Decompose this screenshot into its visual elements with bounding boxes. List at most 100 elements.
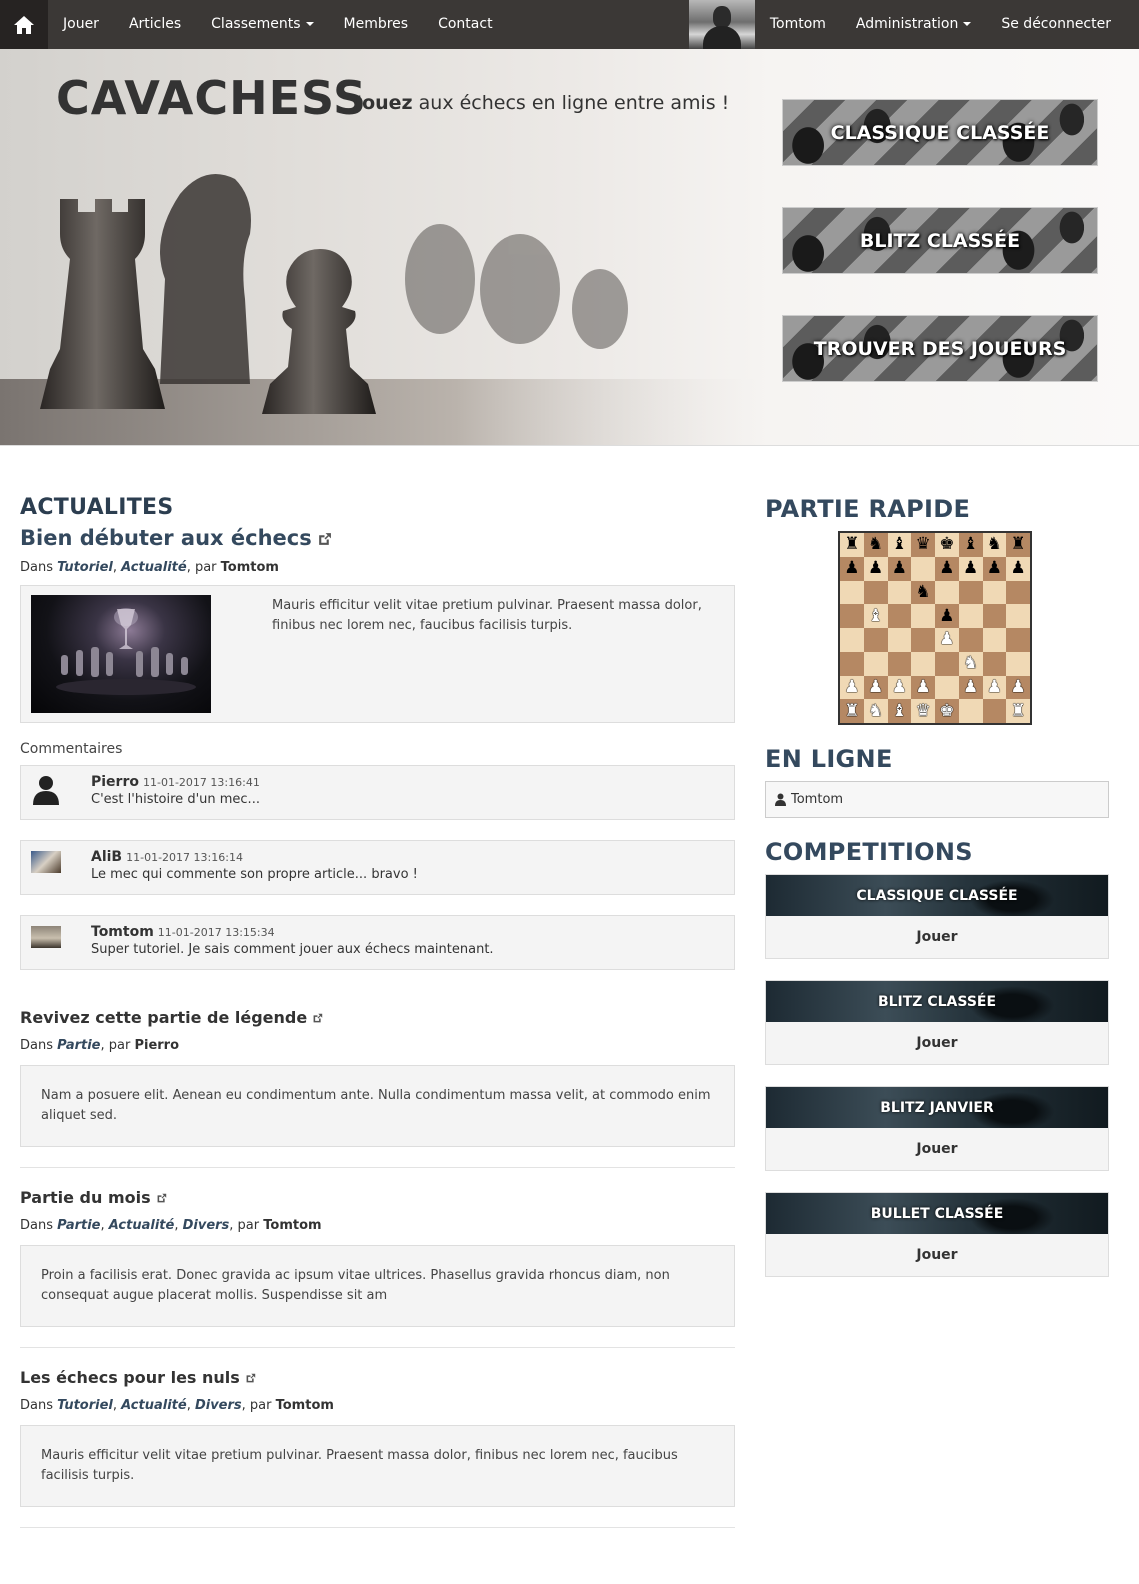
board-square[interactable]	[982, 604, 1007, 628]
category-link[interactable]: Actualité	[121, 560, 187, 575]
board-square[interactable]	[911, 651, 935, 676]
competition-play-button[interactable]: Jouer	[766, 1022, 1108, 1064]
black-queen-icon[interactable]: ♛	[911, 533, 935, 557]
online-user-name[interactable]: Tomtom	[791, 792, 843, 807]
board-square[interactable]	[887, 604, 912, 628]
black-bishop-icon[interactable]: ♝	[887, 533, 912, 557]
category-link[interactable]: Actualité	[121, 1398, 187, 1413]
author-link[interactable]: Tomtom	[221, 560, 279, 575]
logout-link[interactable]: Se déconnecter	[986, 0, 1139, 49]
black-knight-icon[interactable]: ♞	[863, 533, 888, 557]
white-knight-icon[interactable]: ♞	[958, 651, 983, 676]
nav-item-contact[interactable]: Contact	[423, 0, 507, 49]
board-square[interactable]	[911, 628, 935, 652]
category-link[interactable]: Partie	[57, 1218, 100, 1233]
board-square[interactable]	[935, 675, 959, 700]
board-square[interactable]	[863, 651, 888, 676]
nav-item-jouer[interactable]: Jouer	[48, 0, 114, 49]
category-link[interactable]: Divers	[195, 1398, 242, 1413]
white-pawn-icon[interactable]: ♟	[911, 675, 935, 700]
board-square[interactable]	[887, 651, 912, 676]
board-square[interactable]	[887, 628, 912, 652]
board-square[interactable]	[982, 651, 1007, 676]
external-link-icon[interactable]	[312, 1009, 323, 1028]
black-king-icon[interactable]: ♚	[935, 533, 959, 557]
hero-button-find-players[interactable]: TROUVER DES JOUEURS	[782, 315, 1098, 382]
user-avatar[interactable]	[688, 0, 755, 49]
black-knight-icon[interactable]: ♞	[911, 580, 935, 605]
white-pawn-icon[interactable]: ♟	[1006, 675, 1030, 700]
article-title[interactable]: Partie du mois	[20, 1188, 735, 1208]
board-square[interactable]	[911, 556, 935, 581]
black-pawn-icon[interactable]: ♟	[958, 556, 983, 581]
white-queen-icon[interactable]: ♛	[911, 699, 935, 723]
white-rook-icon[interactable]: ♜	[840, 699, 864, 723]
white-rook-icon[interactable]: ♜	[1006, 699, 1030, 723]
white-pawn-icon[interactable]: ♟	[840, 675, 864, 700]
black-pawn-icon[interactable]: ♟	[863, 556, 888, 581]
category-link[interactable]: Tutoriel	[57, 560, 113, 575]
white-bishop-icon[interactable]: ♝	[863, 604, 888, 628]
black-pawn-icon[interactable]: ♟	[935, 556, 959, 581]
board-square[interactable]	[958, 628, 983, 652]
chess-board[interactable]: ♜ ♞ ♝ ♛ ♚ ♝ ♞ ♜ ♟ ♟ ♟ ♟ ♟ ♟ ♟ ♞ ♝ ♟ ♟ ♞ ♟ ♟ ♟ ♟ ♟ ♟ ♟ ♜ ♞ ♝ ♛ ♚ ♜	[838, 531, 1032, 725]
nav-item-classements[interactable]: Classements	[196, 0, 328, 49]
comment-author[interactable]: AliB 11-01-2017 13:16:14	[91, 849, 243, 865]
nav-admin-dropdown[interactable]: Administration	[841, 0, 986, 49]
author-link[interactable]: Tomtom	[263, 1218, 321, 1233]
board-square[interactable]	[982, 699, 1007, 723]
comment-author[interactable]: Pierro 11-01-2017 13:16:41	[91, 774, 260, 790]
article-title[interactable]: Les échecs pour les nuls	[20, 1368, 735, 1388]
board-square[interactable]	[887, 580, 912, 605]
board-square[interactable]	[958, 604, 983, 628]
board-square[interactable]	[958, 699, 983, 723]
board-square[interactable]	[840, 651, 864, 676]
category-link[interactable]: Partie	[57, 1038, 100, 1053]
board-square[interactable]	[1006, 628, 1030, 652]
nav-user-link[interactable]: Tomtom	[755, 0, 841, 49]
featured-article-title[interactable]: Bien débuter aux échecs	[20, 526, 735, 550]
board-square[interactable]	[935, 651, 959, 676]
board-square[interactable]	[863, 628, 888, 652]
hero-button-classique[interactable]: CLASSIQUE CLASSÉE	[782, 99, 1098, 166]
category-link[interactable]: Divers	[183, 1218, 230, 1233]
board-square[interactable]	[982, 628, 1007, 652]
white-pawn-icon[interactable]: ♟	[887, 675, 912, 700]
board-square[interactable]	[911, 604, 935, 628]
article-title[interactable]: Revivez cette partie de légende	[20, 1008, 735, 1028]
black-rook-icon[interactable]: ♜	[840, 533, 864, 557]
comment-author[interactable]: Tomtom 11-01-2017 13:15:34	[91, 924, 275, 940]
competition-play-button[interactable]: Jouer	[766, 1128, 1108, 1170]
black-pawn-icon[interactable]: ♟	[1006, 556, 1030, 581]
board-square[interactable]	[935, 580, 959, 605]
external-link-icon[interactable]	[317, 532, 332, 547]
board-square[interactable]	[982, 580, 1007, 605]
board-square[interactable]	[840, 580, 864, 605]
black-pawn-icon[interactable]: ♟	[982, 556, 1007, 581]
white-king-icon[interactable]: ♚	[935, 699, 959, 723]
black-pawn-icon[interactable]: ♟	[935, 604, 959, 628]
white-knight-icon[interactable]: ♞	[863, 699, 888, 723]
hero-button-blitz[interactable]: BLITZ CLASSÉE	[782, 207, 1098, 274]
black-pawn-icon[interactable]: ♟	[887, 556, 912, 581]
board-square[interactable]	[1006, 604, 1030, 628]
competition-play-button[interactable]: Jouer	[766, 916, 1108, 958]
black-rook-icon[interactable]: ♜	[1006, 533, 1030, 557]
nav-item-articles[interactable]: Articles	[114, 0, 196, 49]
board-square[interactable]	[863, 580, 888, 605]
author-link[interactable]: Tomtom	[276, 1398, 334, 1413]
board-square[interactable]	[1006, 580, 1030, 605]
board-square[interactable]	[1006, 651, 1030, 676]
category-link[interactable]: Actualité	[109, 1218, 175, 1233]
author-link[interactable]: Pierro	[134, 1038, 179, 1053]
nav-item-membres[interactable]: Membres	[329, 0, 424, 49]
home-button[interactable]	[0, 0, 48, 49]
white-pawn-icon[interactable]: ♟	[958, 675, 983, 700]
white-pawn-icon[interactable]: ♟	[863, 675, 888, 700]
competition-play-button[interactable]: Jouer	[766, 1234, 1108, 1276]
board-square[interactable]	[958, 580, 983, 605]
black-bishop-icon[interactable]: ♝	[958, 533, 983, 557]
white-pawn-icon[interactable]: ♟	[982, 675, 1007, 700]
external-link-icon[interactable]	[156, 1189, 167, 1208]
board-square[interactable]	[840, 604, 864, 628]
